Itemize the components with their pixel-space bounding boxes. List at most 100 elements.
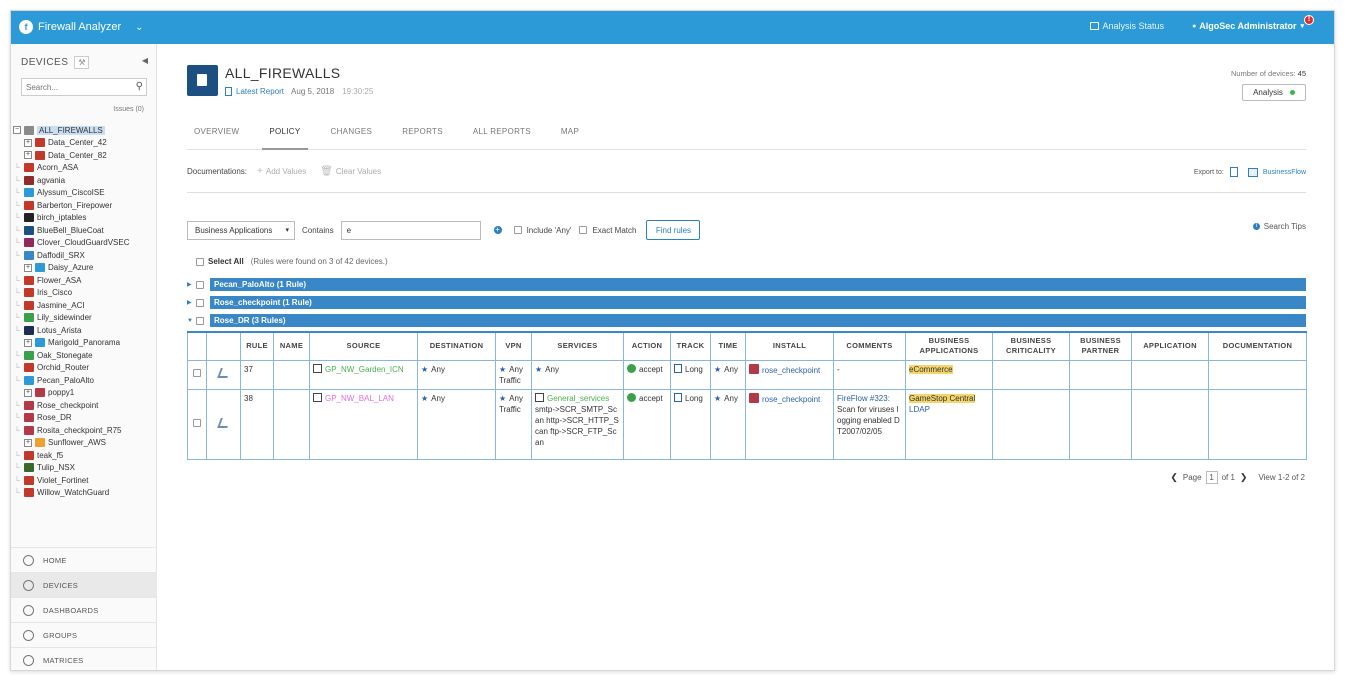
column-header[interactable]: BUSINESS PARTNER	[1069, 331, 1132, 361]
tree-item[interactable]: + poppy1	[13, 387, 157, 400]
field-select[interactable]: Business Applications ▾	[187, 220, 295, 240]
table-row[interactable]: 38 GP_NW_BAL_LAN ★ Any ★ Any Traffic General_s…	[187, 388, 1307, 460]
sidebar-nav-home[interactable]: HOME	[11, 547, 157, 572]
tree-item[interactable]: └ Clover_CloudGuardVSEC	[13, 237, 157, 250]
tab-changes[interactable]: CHANGES	[324, 128, 380, 150]
add-values-button[interactable]: + Add Values	[257, 166, 306, 176]
tree-item[interactable]: └ Daffodil_SRX	[13, 249, 157, 262]
business-app-tag[interactable]: LDAP	[909, 405, 930, 414]
pdf-icon[interactable]	[1229, 167, 1238, 177]
group-checkbox[interactable]	[196, 280, 204, 289]
tree-item[interactable]: └ Pecan_PaloAlto	[13, 374, 157, 387]
expand-toggle-icon[interactable]: +	[24, 151, 32, 160]
tree-item[interactable]: └ Rosita_checkpoint_R75	[13, 424, 157, 437]
column-header[interactable]: BUSINESS CRITICALITY	[992, 331, 1070, 361]
device-search-input[interactable]	[22, 79, 130, 95]
source-object[interactable]: GP_NW_Garden_ICN	[325, 365, 404, 374]
column-header[interactable]: SOURCE	[309, 331, 418, 361]
tree-item[interactable]: └ Lily_sidewinder	[13, 312, 157, 325]
column-header[interactable]: INSTALL	[745, 331, 834, 361]
group-checkbox[interactable]	[196, 316, 204, 325]
sidebar-nav-dashboards[interactable]: DASHBOARDS	[11, 597, 157, 622]
install-target[interactable]: rose_checkpoint	[762, 366, 820, 375]
documentation-cell[interactable]	[1208, 388, 1307, 460]
tree-item[interactable]: + Sunflower_AWS	[13, 437, 157, 450]
fireflow-link[interactable]: FireFlow #323:	[837, 394, 890, 403]
tree-item[interactable]: └ Acorn_ASA	[13, 162, 157, 175]
column-header[interactable]: VPN	[495, 331, 532, 361]
tree-item[interactable]: └ birch_iptables	[13, 212, 157, 225]
exact-match-checkbox[interactable]	[579, 226, 588, 234]
tree-item[interactable]: + Data_Center_42	[13, 137, 157, 150]
tree-item[interactable]: └ Jasmine_ACI	[13, 299, 157, 312]
group-label[interactable]: Rose_checkpoint (1 Rule)	[210, 296, 1306, 309]
tree-item[interactable]: − ALL_FIREWALLS	[13, 124, 157, 137]
column-header[interactable]: DOCUMENTATION	[1208, 331, 1307, 361]
tab-all-reports[interactable]: ALL REPORTS	[466, 128, 538, 150]
tree-item[interactable]: └ Iris_Cisco	[13, 287, 157, 300]
edit-icon[interactable]	[216, 417, 231, 428]
device-group-bar[interactable]: ▼ Rose_DR (3 Rules)	[187, 314, 1306, 327]
expand-toggle-icon[interactable]: +	[24, 438, 32, 447]
add-condition-icon[interactable]: +	[493, 226, 502, 234]
next-page-icon[interactable]: ❯	[1240, 472, 1248, 483]
caret-right-icon[interactable]: ▶	[187, 299, 196, 306]
tree-item[interactable]: └ Flower_ASA	[13, 274, 157, 287]
tree-item[interactable]: └ Orchid_Router	[13, 362, 157, 375]
businessflow-icon[interactable]	[1247, 167, 1258, 177]
analysis-status-link[interactable]: Analysis Status	[1089, 21, 1164, 31]
column-header[interactable]: TRACK	[670, 331, 711, 361]
notification-badge[interactable]: !	[1304, 15, 1314, 25]
tree-item[interactable]: └ Rose_checkpoint	[13, 399, 157, 412]
tree-item[interactable]: + Data_Center_82	[13, 149, 157, 162]
column-header[interactable]: NAME	[273, 331, 310, 361]
caret-down-icon[interactable]: ▼	[187, 318, 196, 324]
install-target[interactable]: rose_checkpoint	[762, 395, 820, 404]
column-header[interactable]: DESTINATION	[417, 331, 496, 361]
clear-values-button[interactable]: 🗑 Clear Values	[320, 166, 381, 176]
filter-value-input[interactable]	[340, 220, 481, 240]
find-rules-button[interactable]: Find rules	[646, 220, 701, 240]
tree-item[interactable]: └ teak_f5	[13, 449, 157, 462]
collapse-sidebar-icon[interactable]: ◀	[142, 56, 148, 65]
tree-item[interactable]: └ Alyssum_CiscoISE	[13, 187, 157, 200]
analysis-button[interactable]: Analysis	[1242, 84, 1306, 101]
tree-item[interactable]: └ Rose_DR	[13, 412, 157, 425]
sidebar-nav-matrices[interactable]: MATRICES	[11, 647, 157, 670]
tree-item[interactable]: + Daisy_Azure	[13, 262, 157, 275]
business-app-tag[interactable]: GameStop Central	[909, 393, 976, 403]
column-header[interactable]	[206, 331, 241, 361]
latest-report-link[interactable]: Latest Report	[225, 87, 284, 96]
expand-toggle-icon[interactable]: +	[24, 263, 32, 272]
tree-item[interactable]: └ Lotus_Arista	[13, 324, 157, 337]
business-app-tag[interactable]: eCommerce	[909, 364, 953, 374]
search-tips-link[interactable]: i Search Tips	[1252, 222, 1306, 231]
tree-item[interactable]: └ BlueBell_BlueCoat	[13, 224, 157, 237]
group-label[interactable]: Rose_DR (3 Rules)	[210, 314, 1306, 327]
search-icon[interactable]: ⚲	[136, 81, 143, 92]
tree-item[interactable]: └ Barberton_Firepower	[13, 199, 157, 212]
expand-toggle-icon[interactable]: −	[13, 126, 21, 135]
documentation-cell[interactable]	[1208, 359, 1307, 390]
device-group-bar[interactable]: ▶ Rose_checkpoint (1 Rule)	[187, 296, 1306, 309]
service-group[interactable]: General_services	[547, 394, 609, 403]
user-menu[interactable]: ● AlgoSec Administrator ▾ !	[1192, 15, 1314, 31]
brand[interactable]: f Firewall Analyzer ⌄	[19, 20, 144, 34]
row-checkbox[interactable]	[193, 418, 201, 427]
prev-page-icon[interactable]: ❮	[1170, 472, 1178, 483]
tree-item[interactable]: + Marigold_Panorama	[13, 337, 157, 350]
tab-overview[interactable]: OVERVIEW	[187, 128, 246, 150]
tree-item[interactable]: └ agvania	[13, 174, 157, 187]
group-checkbox[interactable]	[196, 298, 204, 307]
expand-toggle-icon[interactable]: +	[24, 138, 32, 147]
source-object[interactable]: GP_NW_BAL_LAN	[325, 394, 394, 403]
tree-item[interactable]: └ Willow_WatchGuard	[13, 487, 157, 500]
column-header[interactable]: RULE	[240, 331, 274, 361]
column-header[interactable]: TIME	[710, 331, 746, 361]
column-header[interactable]: ACTION	[623, 331, 671, 361]
include-any-option[interactable]: Include 'Any'	[513, 226, 571, 235]
tree-item[interactable]: └ Oak_Stonegate	[13, 349, 157, 362]
expand-toggle-icon[interactable]: +	[24, 388, 32, 397]
expand-toggle-icon[interactable]: +	[24, 338, 32, 347]
caret-right-icon[interactable]: ▶	[187, 281, 196, 288]
